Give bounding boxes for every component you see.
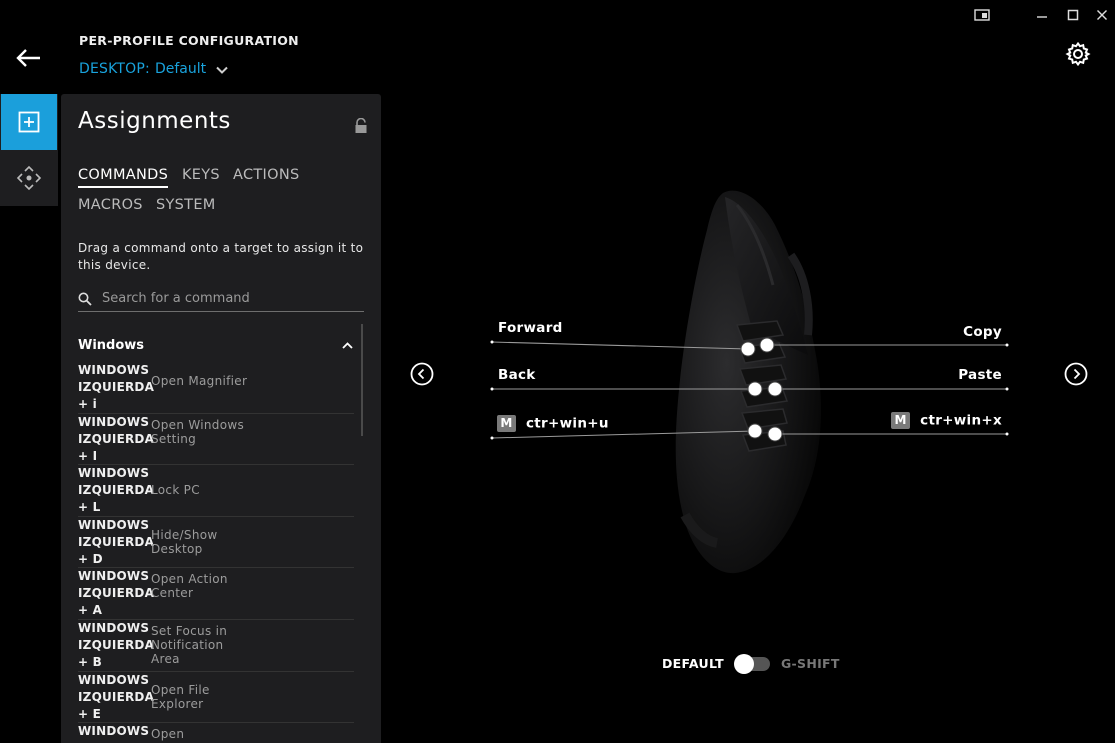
default-mode-label: DEFAULT <box>662 656 724 671</box>
callout-lines <box>490 337 1009 442</box>
toggle-knob <box>733 653 754 674</box>
button-dot-ctrwinx <box>767 426 783 442</box>
assignment-forward[interactable]: Forward <box>498 320 563 336</box>
assignment-copy[interactable]: Copy <box>963 324 1002 340</box>
assignment-ctrwinu[interactable]: Mctr+win+u <box>497 415 609 432</box>
assignment-ctrwinx[interactable]: Mctr+win+x <box>891 412 1002 429</box>
button-dot-back <box>747 381 763 397</box>
assignment-label: ctr+win+x <box>920 412 1002 429</box>
macro-badge: M <box>497 415 516 432</box>
button-dot-ctrwinu <box>747 423 763 439</box>
macro-badge: M <box>891 412 911 429</box>
assignment-paste[interactable]: Paste <box>958 367 1002 383</box>
assignment-label: ctr+win+u <box>526 415 609 432</box>
gshift-mode-label: G-SHIFT <box>780 656 840 671</box>
button-dot-paste <box>767 381 783 397</box>
assignment-back[interactable]: Back <box>498 367 536 383</box>
gshift-toggle[interactable] <box>733 653 770 674</box>
button-dot-copy <box>759 337 775 353</box>
mode-toggle-group: DEFAULT G-SHIFT <box>662 653 840 674</box>
button-dot-forward <box>740 341 756 357</box>
